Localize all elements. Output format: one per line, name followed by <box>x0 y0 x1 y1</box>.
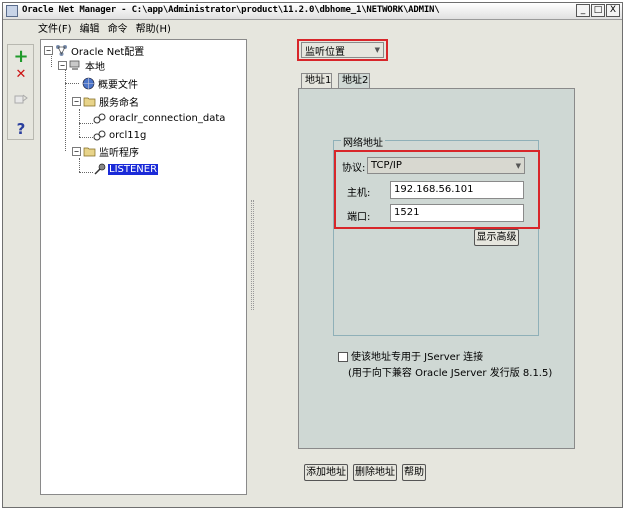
jserver-checkbox[interactable] <box>338 352 348 362</box>
pane-splitter[interactable] <box>251 200 254 310</box>
host-label: 主机: <box>347 188 371 199</box>
remove-icon[interactable]: ✕ <box>12 66 30 84</box>
host-input[interactable]: 192.168.56.101 <box>390 181 524 199</box>
menu-edit[interactable]: 编辑 <box>80 20 100 36</box>
help-button[interactable]: 帮助 <box>402 464 426 481</box>
jserver-label: 使该地址专用于 JServer 连接 <box>351 352 484 363</box>
tree-node-service-2[interactable]: orcl11g <box>93 128 147 142</box>
protocol-label: 协议: <box>342 163 366 174</box>
tree-node-root[interactable]: − Oracle Net配置 <box>44 43 145 58</box>
jserver-note: (用于向下兼容 Oracle JServer 发行版 8.1.5) <box>348 368 553 379</box>
add-icon[interactable]: + <box>12 48 30 66</box>
tree-label-profile: 概要文件 <box>98 79 138 91</box>
port-label: 端口: <box>347 212 371 223</box>
tree-node-listeners[interactable]: − 监听程序 <box>72 144 140 159</box>
close-button[interactable]: X <box>606 4 620 17</box>
tab-address-2[interactable]: 地址2 <box>338 73 370 89</box>
title-bar[interactable]: Oracle Net Manager - C:\app\Administrato… <box>3 3 622 20</box>
network-icon <box>55 44 68 57</box>
port-input[interactable]: 1521 <box>390 204 524 222</box>
tree-label-naming: 服务命名 <box>99 97 139 109</box>
tree-node-profile[interactable]: 概要文件 <box>82 76 139 91</box>
view-select[interactable]: 监听位置 ▼ <box>301 42 384 58</box>
navigator-tree: − Oracle Net配置 − 本地 概要文件 − 服务命名 oraclr_c… <box>40 39 247 495</box>
show-advanced-button[interactable]: 显示高级 <box>474 229 519 246</box>
tree-node-naming[interactable]: − 服务命名 <box>72 94 140 109</box>
folder-icon <box>83 145 96 158</box>
rename-icon[interactable] <box>12 93 30 111</box>
collapse-icon[interactable]: − <box>72 146 81 156</box>
collapse-icon[interactable]: − <box>58 60 67 70</box>
menu-bar: 文件(F) 编辑 命令 帮助(H) <box>38 20 171 36</box>
vertical-toolbar: + ✕ ? <box>7 44 34 140</box>
maximize-button[interactable]: □ <box>591 4 605 17</box>
tree-label-listeners: 监听程序 <box>99 147 139 159</box>
minimize-button[interactable]: _ <box>576 4 590 17</box>
tree-label-service-1: oraclr_connection_data <box>109 112 226 124</box>
chevron-down-icon: ▼ <box>374 46 380 54</box>
tree-node-service-1[interactable]: oraclr_connection_data <box>93 111 226 125</box>
listener-icon <box>93 163 106 176</box>
tree-node-local[interactable]: − 本地 <box>58 58 106 73</box>
service-icon <box>93 112 106 125</box>
remove-address-button[interactable]: 删除地址 <box>353 464 397 481</box>
service-icon <box>93 129 106 142</box>
collapse-icon[interactable]: − <box>72 96 81 106</box>
menu-help[interactable]: 帮助(H) <box>136 20 171 36</box>
globe-icon <box>82 77 95 90</box>
protocol-value: TCP/IP <box>371 160 402 171</box>
group-title: 网络地址 <box>341 134 385 149</box>
folder-icon <box>83 95 96 108</box>
menu-file[interactable]: 文件(F) <box>38 20 72 36</box>
app-icon <box>6 5 18 17</box>
tree-label-service-2: orcl11g <box>109 129 147 141</box>
collapse-icon[interactable]: − <box>44 45 53 55</box>
view-select-value: 监听位置 <box>305 46 345 58</box>
add-address-button[interactable]: 添加地址 <box>304 464 348 481</box>
window-title: Oracle Net Manager - C:\app\Administrato… <box>22 5 440 15</box>
menu-command[interactable]: 命令 <box>108 20 128 36</box>
computer-icon <box>69 59 82 72</box>
protocol-select[interactable]: TCP/IP ▼ <box>367 157 525 174</box>
chevron-down-icon: ▼ <box>515 161 521 170</box>
tree-node-listener[interactable]: LISTENER <box>93 162 159 176</box>
help-icon[interactable]: ? <box>12 120 30 138</box>
tree-label-local: 本地 <box>85 61 105 73</box>
tab-address-1[interactable]: 地址1 <box>301 73 332 89</box>
tree-label-root: Oracle Net配置 <box>71 46 145 58</box>
tree-label-listener: LISTENER <box>108 163 159 175</box>
